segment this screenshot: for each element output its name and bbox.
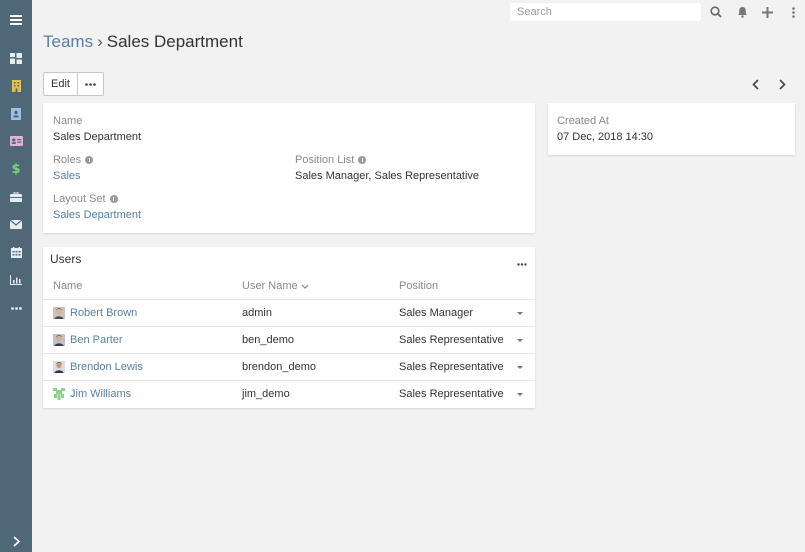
sidebar: $ [0,0,32,552]
more-icon[interactable] [0,298,32,318]
table-row: Jim Williams jim_demo Sales Representati… [43,380,535,407]
contact-book-icon[interactable] [0,104,32,124]
dollar-icon[interactable]: $ [0,159,32,179]
user-position: Sales Representative [399,361,504,373]
row-actions-caret-icon[interactable] [517,366,523,369]
user-position: Sales Manager [399,307,473,319]
info-icon[interactable] [109,195,118,203]
chart-icon[interactable] [0,270,32,290]
more-icon [517,263,527,266]
dashboard-icon[interactable] [0,48,32,68]
menu-icon[interactable] [0,10,32,30]
edit-button[interactable]: Edit [43,72,78,96]
table-row: Robert Brown admin Sales Manager [43,299,535,326]
search-input[interactable] [509,2,702,22]
position-list-value: Sales Manager, Sales Representative [295,170,480,182]
user-name-link[interactable]: Brendon Lewis [70,361,143,373]
edit-button-label: Edit [51,78,70,90]
calendar-icon[interactable] [0,242,32,262]
avatar [53,361,65,373]
default-avatar-icon [53,388,65,400]
users-panel: Users Name User Name Position Robert Bro… [43,247,535,408]
bell-icon[interactable] [732,2,752,22]
column-header-name[interactable]: Name [53,280,82,292]
users-panel-menu-button[interactable] [517,257,527,269]
roles-link[interactable]: Sales [53,170,81,182]
user-name-link[interactable]: Ben Parter [70,334,123,346]
envelope-icon[interactable] [0,214,32,234]
user-username: ben_demo [242,334,294,346]
breadcrumb-teams-link[interactable]: Teams [43,32,93,51]
detail-panel: Name Sales Department Roles Sales Positi… [43,103,535,233]
row-actions-caret-icon[interactable] [517,339,523,342]
avatar [53,307,65,319]
breadcrumb: Teams › Sales Department [43,32,243,52]
user-position: Sales Representative [399,388,504,400]
next-record-button[interactable] [775,76,789,92]
column-header-user-name[interactable]: User Name [242,280,309,292]
side-panel: Created At 07 Dec, 2018 14:30 [548,103,795,155]
layout-set-link[interactable]: Sales Department [53,209,141,221]
search-icon[interactable] [706,2,726,22]
name-label: Name [53,115,83,127]
users-panel-title: Users [50,252,82,266]
expand-icon[interactable] [0,531,32,551]
building-icon[interactable] [0,76,32,96]
briefcase-icon[interactable] [0,187,32,207]
roles-label: Roles [53,154,94,166]
chevron-left-icon [751,78,759,90]
layout-set-label: Layout Set [53,193,118,205]
table-row: Brendon Lewis brendon_demo Sales Represe… [43,353,535,380]
more-icon [85,82,96,86]
plus-icon[interactable] [757,2,777,22]
user-username: brendon_demo [242,361,317,373]
id-card-icon[interactable] [0,131,32,151]
vertical-dots-icon[interactable] [783,2,803,22]
page-title: Sales Department [106,32,243,51]
user-name-link[interactable]: Robert Brown [70,307,137,319]
user-username: jim_demo [242,388,290,400]
info-icon[interactable] [358,156,367,164]
more-actions-button[interactable] [77,72,104,96]
user-name-link[interactable]: Jim Williams [70,388,131,400]
position-list-label: Position List [295,154,367,166]
avatar [53,334,65,346]
user-username: admin [242,307,272,319]
info-icon[interactable] [85,156,94,164]
user-position: Sales Representative [399,334,504,346]
created-at-value: 07 Dec, 2018 14:30 [557,131,654,143]
name-value: Sales Department [53,131,142,143]
created-at-label: Created At [557,115,609,127]
column-header-position[interactable]: Position [399,280,438,292]
previous-record-button[interactable] [748,76,762,92]
chevron-right-icon [778,78,786,90]
row-actions-caret-icon[interactable] [517,312,523,315]
row-actions-caret-icon[interactable] [517,393,523,396]
breadcrumb-separator: › [97,32,103,51]
table-row: Ben Parter ben_demo Sales Representative [43,326,535,353]
chevron-down-icon [301,284,309,289]
